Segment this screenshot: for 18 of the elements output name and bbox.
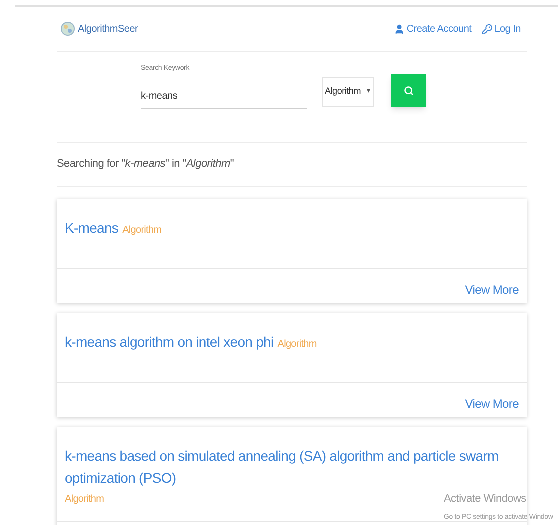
search-icon [404, 86, 414, 96]
result-title-link[interactable]: K-means [65, 217, 119, 239]
site-logo-link[interactable]: AlgorithmSeer [78, 22, 138, 36]
result-title-link[interactable]: k-means algorithm on intel xeon phi [65, 331, 274, 353]
user-icon [394, 24, 405, 34]
category-tag: Algorithm [65, 489, 104, 511]
category-tag: Algorithm [122, 220, 162, 242]
search-button[interactable] [391, 74, 426, 107]
view-more-link[interactable]: View More [465, 281, 519, 299]
keyword-input[interactable]: k-means [141, 84, 307, 108]
login-link[interactable]: Log In [482, 22, 521, 36]
result-title-link[interactable]: k-means based on simulated annealing (SA) algorithm and particle swarm optimization (PSO) [65, 445, 519, 489]
activation-notice-title: Activate Windows [444, 492, 528, 507]
view-more-link[interactable]: View More [465, 395, 519, 413]
create-account-link[interactable]: Create Account [394, 22, 472, 36]
key-icon [482, 24, 493, 34]
category-tag: Algorithm [278, 334, 317, 356]
search-summary: Searching for "k-means" in "Algorithm" [57, 157, 234, 172]
